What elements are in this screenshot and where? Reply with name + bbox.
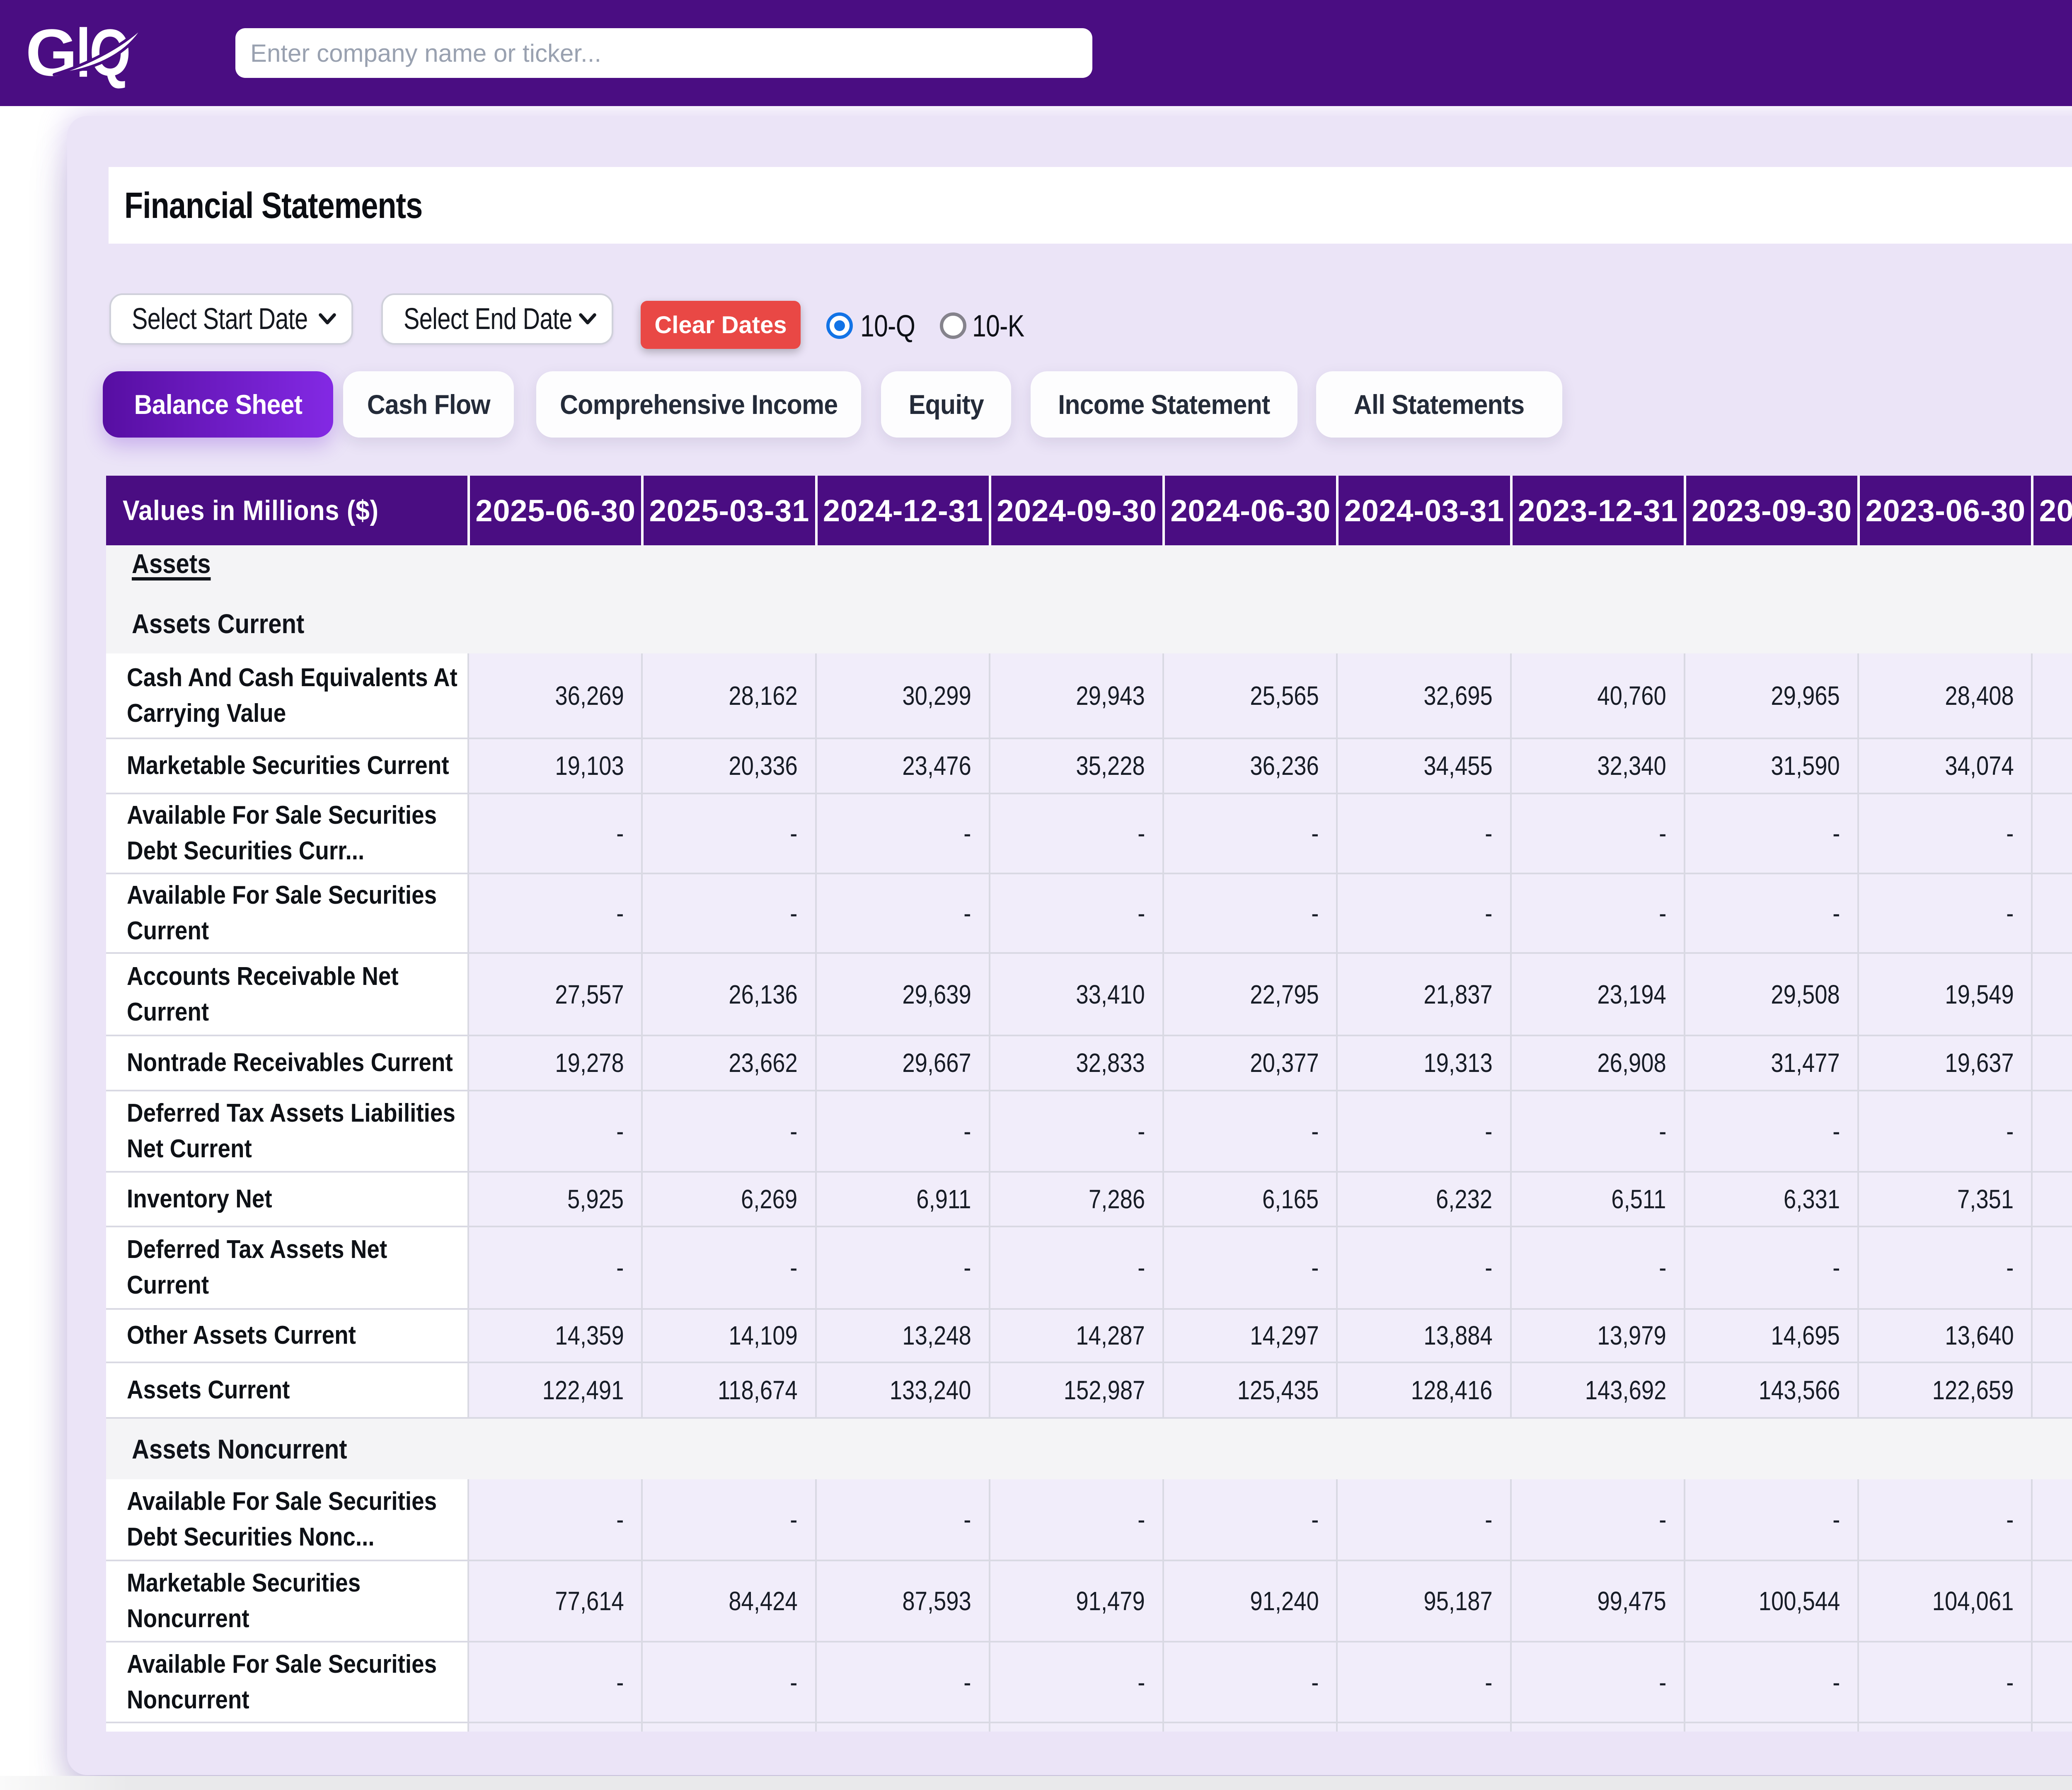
svg-text:G: G (26, 20, 77, 90)
